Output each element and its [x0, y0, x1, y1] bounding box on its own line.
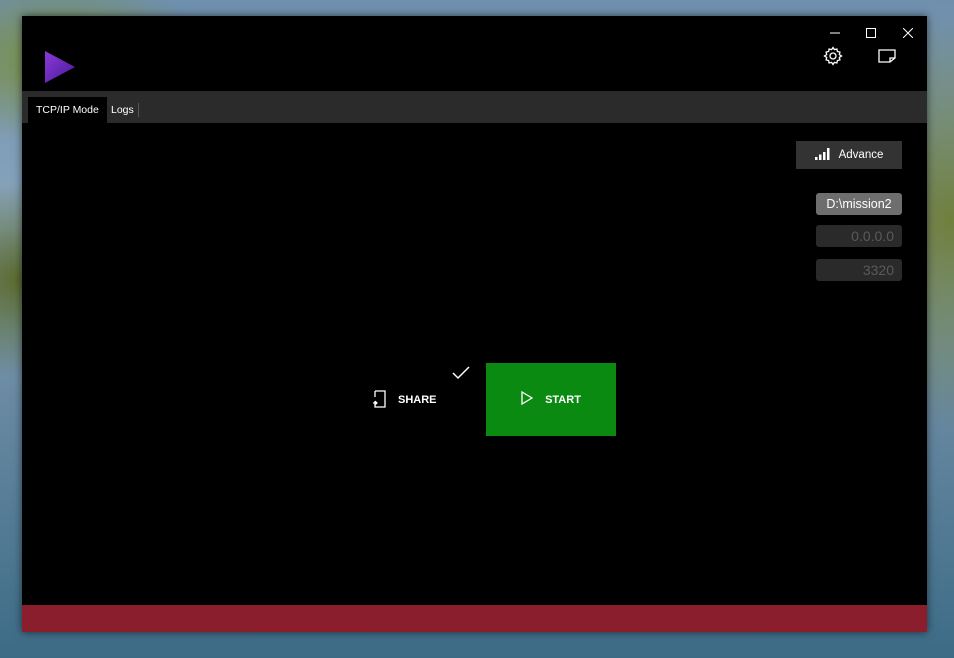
checkmark-icon [452, 366, 470, 385]
share-label: SHARE [398, 394, 437, 406]
play-outline-icon [521, 390, 534, 408]
minimize-icon [830, 28, 840, 38]
close-button[interactable] [891, 20, 925, 46]
advance-label: Advance [838, 149, 884, 161]
ip-address-field[interactable] [816, 225, 902, 247]
app-window: TCP/IP Mode Logs Advance D:\mission2 0.0… [22, 16, 927, 632]
play-logo-icon [44, 50, 76, 84]
maximize-button[interactable] [854, 20, 888, 46]
start-button[interactable]: START [486, 363, 616, 436]
title-bar [22, 16, 927, 91]
note-icon[interactable] [875, 44, 899, 68]
tab-logs[interactable]: Logs [103, 97, 142, 123]
status-bar [22, 605, 927, 632]
share-device-icon [372, 389, 388, 411]
tab-tcpip-mode[interactable]: TCP/IP Mode [28, 97, 107, 123]
main-content: Advance SHARE [22, 123, 927, 605]
tab-divider [138, 103, 139, 117]
signal-bars-icon [814, 147, 831, 163]
maximize-icon [866, 28, 876, 38]
gear-icon[interactable] [821, 44, 845, 68]
advance-button[interactable]: Advance [796, 141, 902, 169]
port-field[interactable] [816, 259, 902, 281]
minimize-button[interactable] [818, 20, 852, 46]
tab-bar: TCP/IP Mode Logs [22, 91, 927, 123]
path-field[interactable] [816, 193, 902, 215]
start-label: START [545, 393, 581, 406]
close-icon [903, 28, 913, 38]
share-button[interactable]: SHARE [372, 389, 437, 411]
